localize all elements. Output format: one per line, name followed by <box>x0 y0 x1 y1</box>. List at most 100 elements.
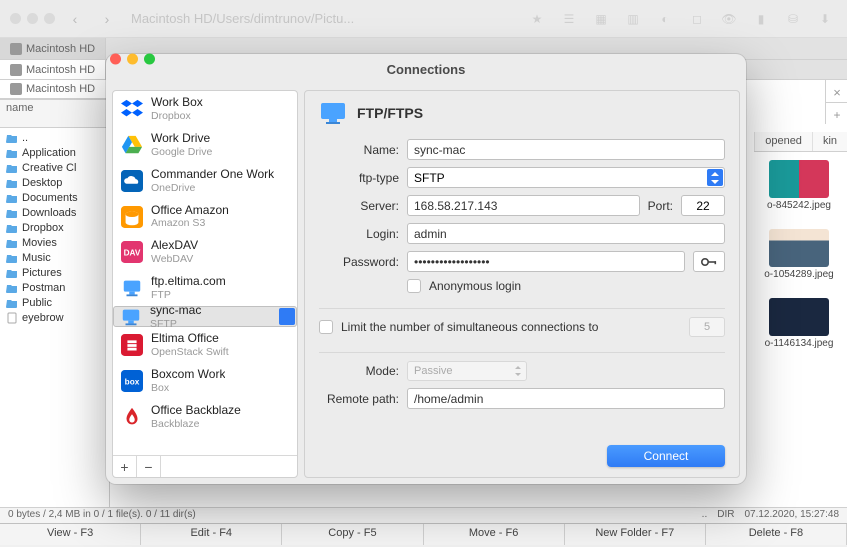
form-heading: FTP/FTPS <box>357 105 423 121</box>
folder-item[interactable]: Movies <box>0 235 109 250</box>
min-dot[interactable] <box>27 13 38 24</box>
max-dot[interactable] <box>44 13 55 24</box>
mode-label: Mode: <box>319 364 399 378</box>
folder-item[interactable]: Desktop <box>0 175 109 190</box>
add-tab-icon[interactable]: + <box>826 102 847 125</box>
folder-icon <box>6 297 18 309</box>
folder-item[interactable]: Application <box>0 145 109 160</box>
box-icon: box <box>121 370 143 392</box>
connection-item[interactable]: Office BackblazeBackblaze <box>113 399 297 435</box>
connection-item[interactable]: sync-macSFTP <box>113 306 297 327</box>
thumbnail[interactable]: o-1054289.jpeg <box>759 229 839 280</box>
folder-item[interactable]: Pictures <box>0 265 109 280</box>
folder-item[interactable]: .. <box>0 130 109 145</box>
col-name[interactable]: name <box>0 99 109 119</box>
limit-label: Limit the number of simultaneous connect… <box>341 320 681 334</box>
file-icon <box>6 312 18 324</box>
list-icon[interactable]: ☰ <box>557 10 581 28</box>
thumbnail[interactable]: o-845242.jpeg <box>759 160 839 211</box>
pane-tab[interactable]: Macintosh HD <box>0 80 109 99</box>
thumbnail-area: o-845242.jpeg o-1054289.jpeg o-1146134.jpe… <box>759 160 839 367</box>
disk-icon[interactable]: ⛁ <box>781 10 805 28</box>
folder-list: ..ApplicationCreative Cl DesktopDocuments… <box>0 128 109 327</box>
folder-item[interactable]: Postman <box>0 280 109 295</box>
connection-name: Commander One Work <box>151 168 274 182</box>
folder-item[interactable]: Music <box>0 250 109 265</box>
connections-dialog: Connections Work BoxDropboxWork DriveGoo… <box>106 54 746 484</box>
fkey-move[interactable]: Move - F6 <box>424 524 565 545</box>
preview-icon[interactable]: ◻ <box>685 10 709 28</box>
folder-item[interactable]: Downloads <box>0 205 109 220</box>
dialog-min[interactable] <box>127 54 138 65</box>
connection-type: Dropbox <box>151 110 203 122</box>
connection-name: sync-mac <box>150 304 201 318</box>
folder-label: Desktop <box>22 177 62 189</box>
connection-item[interactable]: ftp.eltima.comFTP <box>113 270 297 306</box>
folder-icon <box>6 282 18 294</box>
down-icon[interactable]: ⬇ <box>813 10 837 28</box>
binoc-icon[interactable]: 👁 <box>717 10 741 28</box>
password-input[interactable] <box>407 251 685 272</box>
folder-item[interactable]: Documents <box>0 190 109 205</box>
connection-item[interactable]: Office AmazonAmazon S3 <box>113 199 297 235</box>
anon-checkbox[interactable] <box>407 279 421 293</box>
add-connection-button[interactable]: + <box>113 456 137 477</box>
folder-item[interactable]: Dropbox <box>0 220 109 235</box>
name-input[interactable] <box>407 139 725 160</box>
folder-icon <box>6 162 18 174</box>
folder-item[interactable]: Creative Cl <box>0 160 109 175</box>
login-input[interactable] <box>407 223 725 244</box>
connection-item[interactable]: Work BoxDropbox <box>113 91 297 127</box>
remote-input[interactable] <box>407 388 725 409</box>
connection-item[interactable]: Commander One WorkOneDrive <box>113 163 297 199</box>
status-date: 07.12.2020, 15:27:48 <box>744 509 839 522</box>
fkey-view[interactable]: View - F3 <box>0 524 141 545</box>
fkey-delete[interactable]: Delete - F8 <box>706 524 847 545</box>
grid-icon[interactable]: ▦ <box>589 10 613 28</box>
tab-left[interactable]: Macintosh HD <box>0 38 106 59</box>
connection-item[interactable]: DAVAlexDAVWebDAV <box>113 234 297 270</box>
col-kin[interactable]: kin <box>812 132 847 151</box>
fkey-bar: View - F3 Edit - F4 Copy - F5 Move - F6 … <box>0 523 847 545</box>
folder-label: eyebrow <box>22 312 64 324</box>
connection-item[interactable]: Eltima OfficeOpenStack Swift <box>113 327 297 363</box>
folder-item[interactable]: Public <box>0 295 109 310</box>
folder-label: Music <box>22 252 51 264</box>
connection-item[interactable]: Work DriveGoogle Drive <box>113 127 297 163</box>
fkey-newfolder[interactable]: New Folder - F7 <box>565 524 706 545</box>
connection-form: FTP/FTPS Name: ftp-type SFTP Server: Por… <box>304 90 740 478</box>
connection-name: AlexDAV <box>151 239 198 253</box>
dialog-traffic <box>110 36 155 65</box>
limit-checkbox[interactable] <box>319 320 333 334</box>
remove-connection-button[interactable]: − <box>137 456 161 477</box>
dialog-close[interactable] <box>110 54 121 65</box>
port-input[interactable] <box>681 195 725 216</box>
port-label: Port: <box>648 199 673 213</box>
close-tab-icon[interactable]: × <box>826 80 847 102</box>
connection-item[interactable]: boxBoxcom WorkBox <box>113 363 297 399</box>
connect-button[interactable]: Connect <box>607 445 725 467</box>
term-icon[interactable]: ▮ <box>749 10 773 28</box>
connection-name: Work Box <box>151 96 203 110</box>
folder-item[interactable]: eyebrow <box>0 310 109 325</box>
name-label: Name: <box>319 143 399 157</box>
divider <box>319 308 725 309</box>
fkey-edit[interactable]: Edit - F4 <box>141 524 282 545</box>
nav-fwd[interactable]: › <box>95 9 119 29</box>
ftp-icon <box>120 306 142 328</box>
ftptype-select[interactable]: SFTP <box>407 167 725 188</box>
col-opened[interactable]: opened <box>754 132 812 151</box>
star-icon[interactable]: ★ <box>525 10 549 28</box>
tab-left-2[interactable]: Macintosh HD <box>0 60 106 79</box>
close-dot[interactable] <box>10 13 21 24</box>
folder-label: Postman <box>22 282 65 294</box>
server-input[interactable] <box>407 195 640 216</box>
toggle-icon[interactable]: ◐ <box>653 10 677 28</box>
dialog-max[interactable] <box>144 54 155 65</box>
thumb-caption: o-845242.jpeg <box>759 200 839 211</box>
key-button[interactable] <box>693 251 725 272</box>
nav-back[interactable]: ‹ <box>63 9 87 29</box>
thumbnail[interactable]: o-1146134.jpeg <box>759 298 839 349</box>
fkey-copy[interactable]: Copy - F5 <box>282 524 423 545</box>
col-icon[interactable]: ▥ <box>621 10 645 28</box>
